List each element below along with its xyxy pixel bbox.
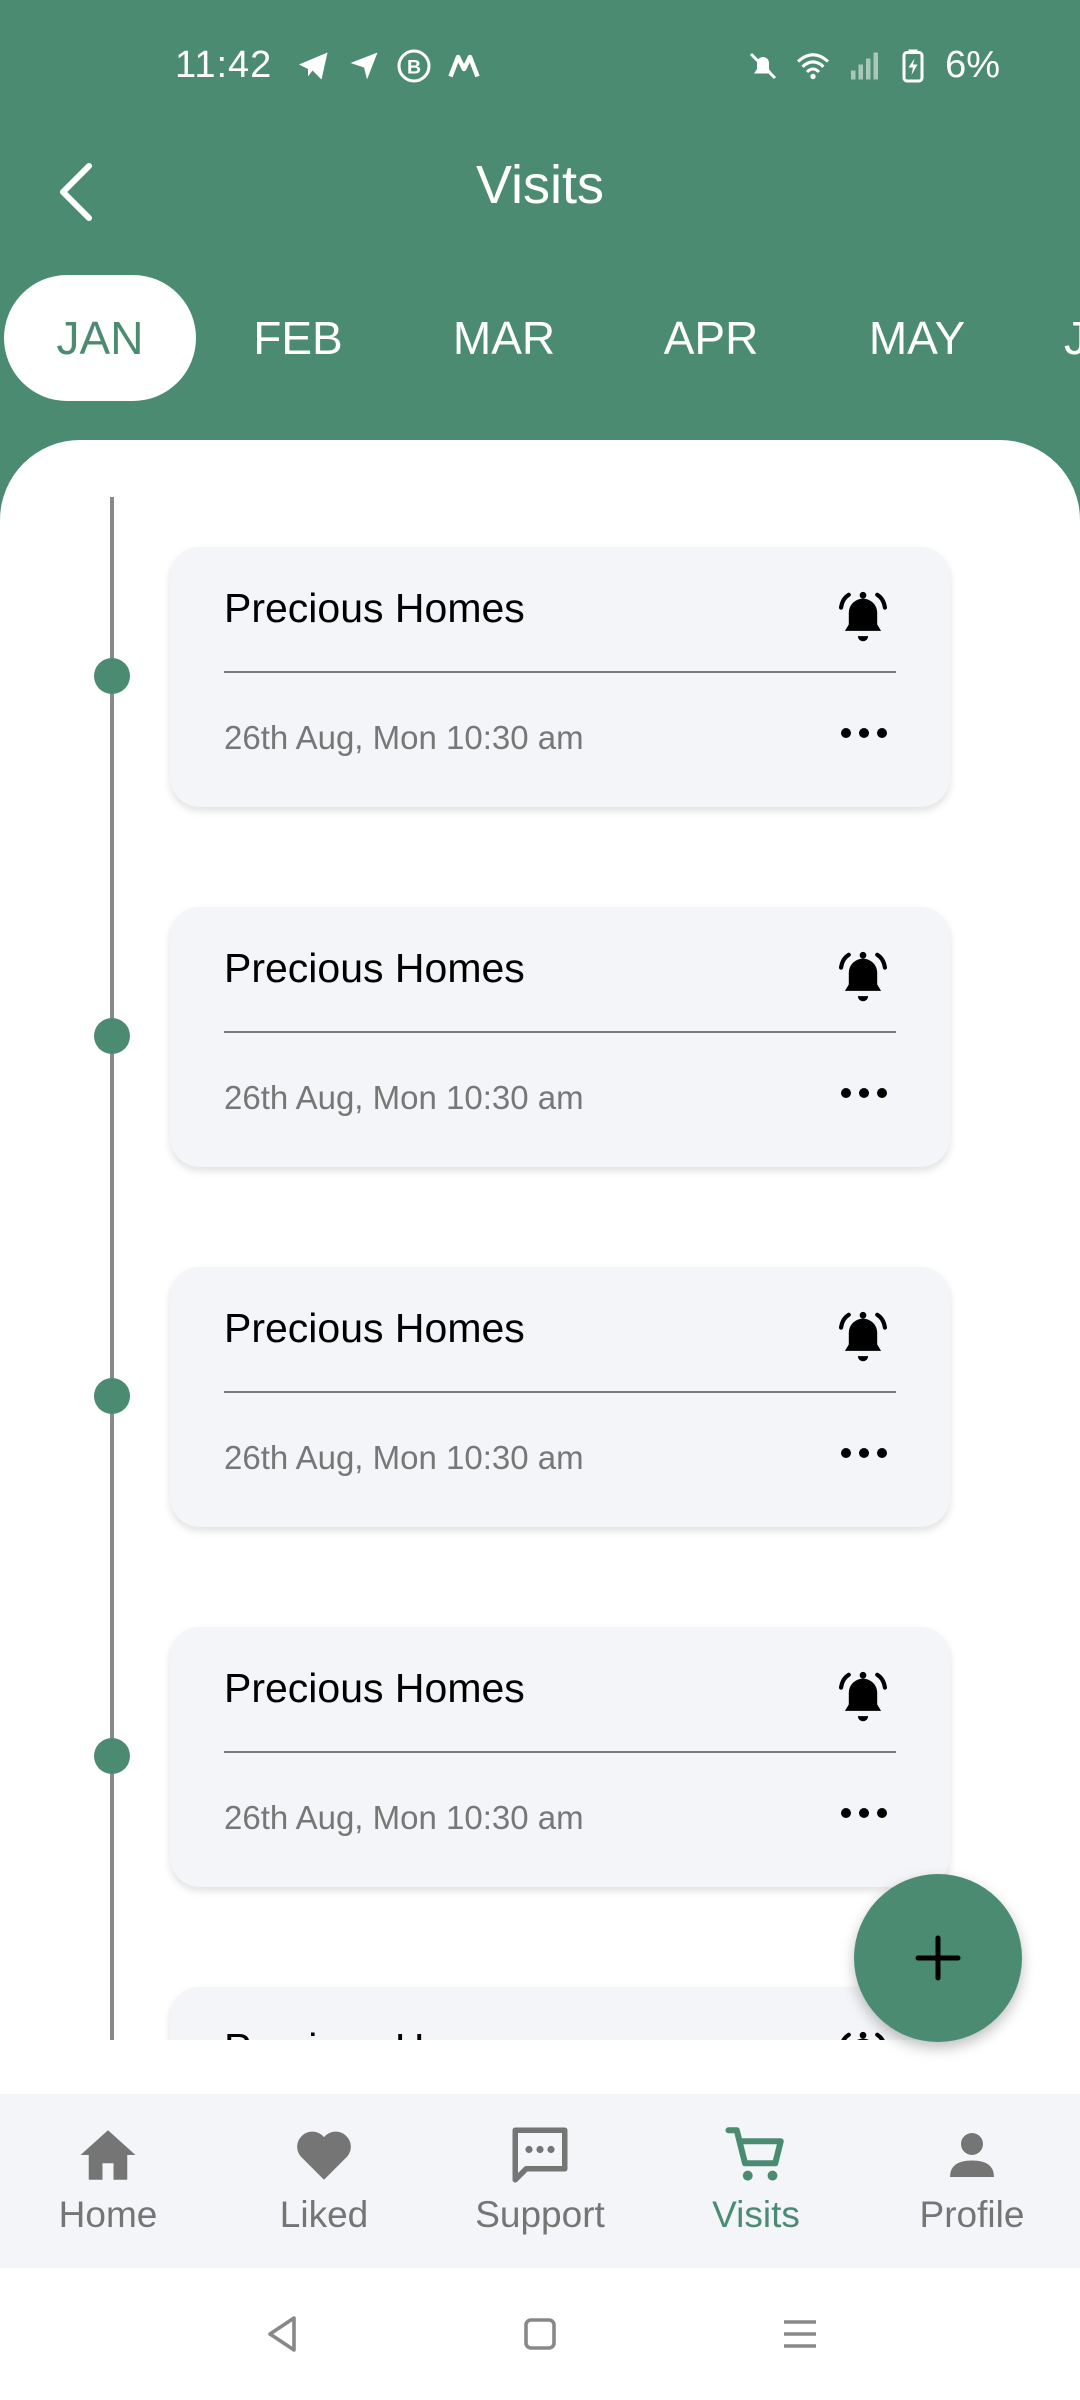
plus-icon — [915, 1935, 961, 1981]
card-divider — [224, 1751, 896, 1753]
location-icon — [350, 52, 378, 80]
visit-date: 26th Aug, Mon 10:30 am — [224, 1799, 584, 1836]
timeline-dot — [94, 658, 130, 694]
nav-home[interactable]: Home — [0, 2122, 216, 2262]
back-triangle-icon[interactable] — [258, 2310, 306, 2358]
more-options-icon[interactable] — [834, 713, 894, 753]
more-options-icon[interactable] — [834, 1433, 894, 1473]
telegram-icon — [299, 52, 328, 80]
visit-card[interactable]: Precious Homes 26th Aug, Mon 10:30 am — [170, 1267, 950, 1527]
chat-icon — [512, 2127, 568, 2183]
timeline-dot — [94, 1018, 130, 1054]
tab-mar[interactable]: MAR — [436, 275, 572, 401]
nav-label: Liked — [279, 2194, 369, 2235]
card-divider — [224, 1031, 896, 1033]
visit-card[interactable]: Precious Homes 26th Aug, Mon 10:30 am — [170, 1627, 950, 1887]
visit-card[interactable]: Precious Homes 26th Aug, Mon 10:30 am — [170, 907, 950, 1167]
nav-support[interactable]: Support — [432, 2122, 648, 2262]
b-icon: B — [397, 49, 431, 83]
wifi-icon — [797, 52, 830, 79]
card-divider — [224, 671, 896, 673]
top-app-bar: Visits — [0, 140, 1080, 240]
bell-icon[interactable] — [832, 1307, 894, 1369]
visit-title: Precious Homes — [224, 1305, 525, 1351]
visit-date: 26th Aug, Mon 10:30 am — [224, 1439, 584, 1476]
nav-profile[interactable]: Profile — [864, 2122, 1080, 2262]
nav-label: Support — [475, 2194, 605, 2235]
scroll-clip — [0, 2040, 1080, 2094]
svg-text:B: B — [407, 57, 421, 79]
tab-jun[interactable]: J — [1064, 275, 1080, 401]
signal-icon — [851, 52, 879, 79]
visit-title: Precious Homes — [224, 945, 525, 991]
tab-feb[interactable]: FEB — [232, 275, 364, 401]
card-divider — [224, 1391, 896, 1393]
status-bar: 11:42 B 6% — [0, 0, 1080, 140]
nav-label: Profile — [919, 2194, 1025, 2235]
page-title: Visits — [475, 155, 605, 215]
more-options-icon[interactable] — [834, 1073, 894, 1113]
visit-title: Precious Homes — [224, 585, 525, 631]
visit-date: 26th Aug, Mon 10:30 am — [224, 719, 584, 756]
m-icon — [448, 54, 480, 78]
nav-liked[interactable]: Liked — [216, 2122, 432, 2262]
battery-icon — [902, 49, 924, 82]
cart-icon — [725, 2127, 784, 2181]
mute-bell-icon — [750, 52, 777, 79]
bell-icon[interactable] — [832, 587, 894, 649]
home-icon — [80, 2130, 136, 2180]
bell-icon[interactable] — [832, 947, 894, 1009]
battery-percentage: 6% — [945, 44, 1000, 86]
status-time: 11:42 — [175, 44, 273, 86]
more-options-icon[interactable] — [834, 1793, 894, 1833]
add-visit-button[interactable] — [854, 1874, 1022, 2042]
month-tabs: JAN FEB MAR APR MAY J — [0, 275, 1080, 403]
bell-icon[interactable] — [832, 1667, 894, 1729]
nav-visits[interactable]: Visits — [648, 2122, 864, 2262]
timeline-dot — [94, 1738, 130, 1774]
heart-icon — [297, 2131, 351, 2180]
timeline-dot — [94, 1378, 130, 1414]
system-navigation-bar — [0, 2268, 1080, 2400]
visit-title: Precious Homes — [224, 1665, 525, 1711]
visit-date: 26th Aug, Mon 10:30 am — [224, 1079, 584, 1116]
timeline-line — [110, 497, 114, 2042]
home-square-icon[interactable] — [516, 2310, 564, 2358]
nav-label: Visits — [712, 2194, 800, 2235]
nav-label: Home — [58, 2194, 158, 2235]
bottom-navigation: Home Liked Support Visits Profile — [0, 2094, 1080, 2268]
tab-apr[interactable]: APR — [648, 275, 774, 401]
visit-card[interactable]: Precious Homes 26th Aug, Mon 10:30 am — [170, 547, 950, 807]
status-icons-left: B — [296, 48, 482, 84]
person-icon — [950, 2133, 994, 2177]
tab-may[interactable]: MAY — [852, 275, 982, 401]
tab-jan[interactable]: JAN — [4, 275, 196, 401]
menu-lines-icon[interactable] — [776, 2310, 824, 2358]
status-icons-right: 6% — [745, 44, 1000, 87]
